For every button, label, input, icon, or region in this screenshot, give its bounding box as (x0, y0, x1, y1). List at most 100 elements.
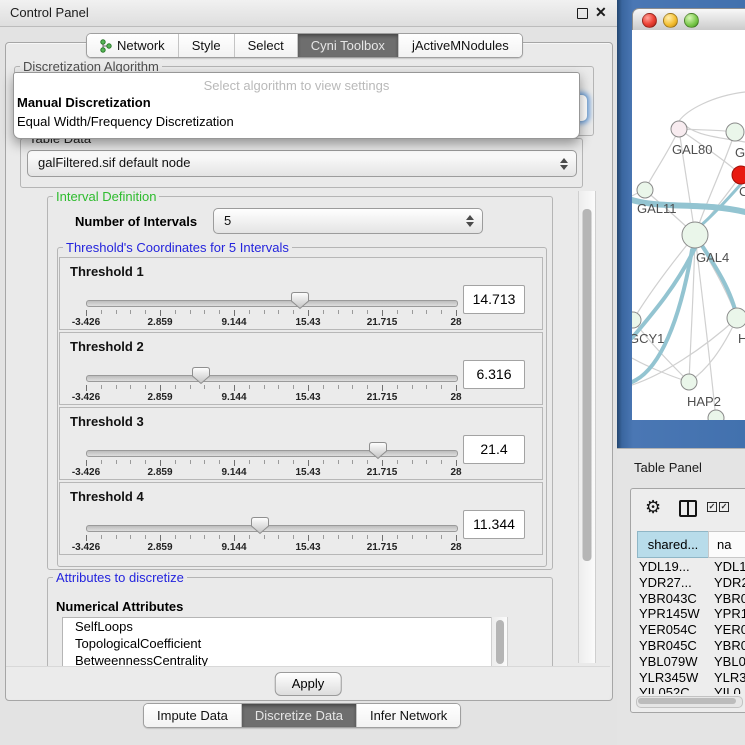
dropdown-placeholder-option[interactable]: Select algorithm to view settings (14, 78, 579, 93)
node-gal80[interactable] (671, 121, 687, 137)
table-row[interactable]: YPR145W YPR1 (631, 606, 745, 622)
slider-thumb[interactable] (191, 366, 211, 385)
cell-name[interactable]: YBL0 (714, 654, 745, 669)
tab-cyni-toolbox[interactable]: Cyni Toolbox (298, 34, 399, 57)
slider-tick (101, 385, 102, 389)
cell-shared-name[interactable]: YPR145W (639, 606, 700, 621)
dropdown-option-manual[interactable]: Manual Discretization (14, 93, 579, 112)
node-gal11[interactable] (637, 182, 653, 198)
table-row[interactable]: YLR345W YLR3 (631, 670, 745, 686)
slider-tick (382, 310, 383, 316)
threshold-value-field[interactable]: 6.316 (463, 360, 525, 389)
threshold-value-field[interactable]: 21.4 (463, 435, 525, 464)
table-horizontal-scrollbar-thumb[interactable] (638, 698, 736, 704)
attributes-scrollbar[interactable] (491, 617, 508, 668)
slider-scale-label: 28 (428, 467, 484, 478)
slider-tick (234, 535, 235, 541)
table-row[interactable]: YIL052C YIL0 (631, 685, 745, 694)
thresholds-group-label: Threshold's Coordinates for 5 Intervals (63, 240, 292, 255)
close-traffic-light-icon[interactable] (642, 13, 657, 28)
close-icon[interactable]: ✕ (595, 4, 607, 21)
cell-name[interactable]: YBR0 (714, 591, 745, 606)
cell-name[interactable]: YDR2 (714, 575, 745, 590)
slider-tick (308, 460, 309, 466)
attribute-list-item[interactable]: TopologicalCoefficient (63, 635, 507, 652)
tab-select-label: Select (248, 34, 284, 57)
node-gcy1[interactable] (632, 312, 641, 328)
cell-name[interactable]: YLR3 (714, 670, 745, 685)
node-hap2[interactable] (681, 374, 697, 390)
threshold-label: Threshold 2 (70, 339, 144, 354)
tab-discretize-data[interactable]: Discretize Data (242, 704, 357, 727)
cell-shared-name[interactable]: YER054C (639, 622, 697, 637)
cell-shared-name[interactable]: YDR27... (639, 575, 692, 590)
minimize-traffic-light-icon[interactable] (663, 13, 678, 28)
panel-scrollbar[interactable] (578, 191, 596, 663)
slider-tick (116, 385, 117, 389)
table-row[interactable]: YDR27... YDR2 (631, 575, 745, 591)
tab-style[interactable]: Style (179, 34, 235, 57)
cell-name[interactable]: YDL1 (714, 559, 745, 574)
table-horizontal-scrollbar[interactable] (636, 696, 743, 708)
table-row[interactable]: YER054C YER0 (631, 622, 745, 638)
panel-scrollbar-thumb[interactable] (583, 209, 592, 561)
zoom-traffic-light-icon[interactable] (684, 13, 699, 28)
table-row[interactable]: YBL079W YBL0 (631, 654, 745, 670)
node-top-right[interactable] (726, 123, 744, 141)
table-data-combobox[interactable]: galFiltered.sif default node (27, 150, 577, 177)
slider-thumb[interactable] (290, 291, 310, 310)
slider-tick (175, 535, 176, 539)
slider-tick (145, 535, 146, 539)
column-header-shared-name[interactable]: shared... (637, 531, 709, 558)
panel-title: Control Panel (10, 0, 89, 26)
tab-jactivemnodules[interactable]: jActiveMNodules (399, 34, 522, 57)
table-row[interactable]: YBR045C YBR0 (631, 638, 745, 654)
slider-track[interactable] (86, 525, 458, 532)
cell-name[interactable]: YIL0 (714, 685, 741, 694)
tab-impute-data[interactable]: Impute Data (144, 704, 242, 727)
dropdown-option-equal-width[interactable]: Equal Width/Frequency Discretization (14, 112, 579, 131)
cell-shared-name[interactable]: YBL079W (639, 654, 698, 669)
number-of-intervals-label: Number of Intervals (75, 214, 197, 229)
cell-name[interactable]: YBR0 (714, 638, 745, 653)
node-red-selected[interactable] (732, 166, 745, 184)
network-canvas[interactable]: GAL80 GA C GAL11 GAL4 GCY1 H HAP2 (632, 30, 745, 420)
slider-tick (116, 535, 117, 539)
slider-thumb[interactable] (250, 516, 270, 535)
cell-shared-name[interactable]: YIL052C (639, 685, 690, 694)
node-h[interactable] (727, 308, 745, 328)
cell-shared-name[interactable]: YBR043C (639, 591, 697, 606)
tab-network[interactable]: Network (87, 34, 179, 57)
cell-shared-name[interactable]: YBR045C (639, 638, 697, 653)
network-window-titlebar[interactable] (632, 8, 745, 32)
attributes-scrollbar-thumb[interactable] (496, 620, 504, 664)
cell-name[interactable]: YPR1 (714, 606, 745, 621)
cell-shared-name[interactable]: YDL19... (639, 559, 690, 574)
number-of-intervals-combobox[interactable]: 5 (213, 208, 483, 234)
threshold-value-field[interactable]: 11.344 (463, 510, 525, 539)
apply-button[interactable]: Apply (275, 672, 342, 696)
column-header-name[interactable]: na (708, 531, 745, 558)
split-columns-icon[interactable] (679, 500, 697, 517)
table-row[interactable]: YDL19... YDL1 (631, 559, 745, 575)
threshold-value-field[interactable]: 14.713 (463, 285, 525, 314)
checkbox-icon[interactable]: ✓ (707, 502, 717, 512)
slider-track[interactable] (86, 375, 458, 382)
slider-scale-label: 21.715 (354, 392, 410, 403)
node-gal4[interactable] (682, 222, 708, 248)
slider-thumb[interactable] (368, 441, 388, 460)
numerical-attributes-list[interactable]: SelfLoopsTopologicalCoefficientBetweenne… (62, 617, 508, 670)
float-window-icon[interactable] (577, 8, 588, 19)
screen: Control Panel ✕ Network Style Select Cyn… (0, 0, 745, 745)
slider-track[interactable] (86, 450, 458, 457)
gear-icon[interactable]: ⚙ (645, 497, 661, 518)
cell-name[interactable]: YER0 (714, 622, 745, 637)
slider-track[interactable] (86, 300, 458, 307)
cell-shared-name[interactable]: YLR345W (639, 670, 698, 685)
checkbox-icon[interactable]: ✓ (719, 502, 729, 512)
tab-select[interactable]: Select (235, 34, 298, 57)
attribute-list-item[interactable]: SelfLoops (63, 618, 507, 635)
tab-infer-network[interactable]: Infer Network (357, 704, 460, 727)
table-row[interactable]: YBR043C YBR0 (631, 591, 745, 607)
node-bottom[interactable] (708, 410, 724, 420)
